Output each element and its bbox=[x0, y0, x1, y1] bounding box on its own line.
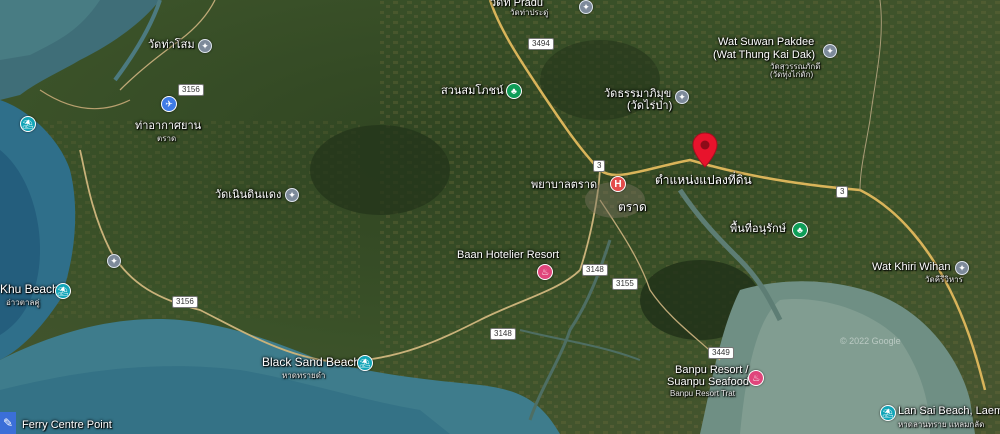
hotel-icon[interactable]: ♨ bbox=[537, 264, 553, 280]
label-khu-beach: Khu Beach bbox=[0, 282, 59, 296]
route-shield-3148-north: 3148 bbox=[582, 264, 608, 276]
route-shield-3-west: 3 bbox=[593, 160, 606, 172]
label-ferry-centre: Ferry Centre Point bbox=[22, 419, 112, 431]
label-banpu-2: Suanpu Seafood bbox=[667, 376, 749, 388]
map-base-layer bbox=[0, 0, 1000, 434]
route-shield-3-east: 3 bbox=[836, 186, 849, 198]
label-airport: ท่าอากาศยาน bbox=[135, 120, 202, 132]
label-wat-thammaram-2: (วัดไร่ป่า) bbox=[627, 100, 673, 112]
map-pin-icon[interactable] bbox=[692, 132, 718, 168]
label-wat-noen: วัดเนินดินแดง bbox=[215, 189, 282, 201]
label-wat-khiri: Wat Khiri Wihan bbox=[872, 261, 951, 273]
temple-icon[interactable]: ✦ bbox=[285, 188, 299, 202]
park-icon[interactable]: ♣ bbox=[792, 222, 808, 238]
route-shield-3155: 3155 bbox=[612, 278, 638, 290]
label-wat-pradu-th: วัดท่าประดู่ bbox=[510, 8, 549, 17]
label-baan-hotelier: Baan Hotelier Resort bbox=[457, 249, 560, 261]
label-lan-sai-beach: Lan Sai Beach, Laem bbox=[898, 405, 1000, 417]
label-wat-suwan: Wat Suwan Pakdee bbox=[718, 36, 815, 48]
label-hospital: พยาบาลตราด bbox=[531, 179, 598, 191]
map-attribution: © 2022 Google bbox=[840, 336, 901, 346]
temple-icon[interactable]: ✦ bbox=[579, 0, 593, 14]
beach-icon[interactable]: ⛱ bbox=[20, 116, 36, 132]
route-shield-3449: 3449 bbox=[708, 347, 734, 359]
route-shield-3156-south: 3156 bbox=[172, 296, 198, 308]
temple-icon[interactable]: ✦ bbox=[675, 90, 689, 104]
temple-icon[interactable]: ✦ bbox=[198, 39, 212, 53]
label-wat-tha-som: วัดท่าโสม bbox=[148, 39, 195, 51]
label-black-sand-th: หาดทรายดำ bbox=[282, 371, 326, 380]
satellite-map[interactable]: 3494 3156 3156 3 3 3148 3148 3155 3449 ว… bbox=[0, 0, 1000, 434]
park-icon[interactable]: ♣ bbox=[506, 83, 522, 99]
label-lan-sai-th: หาดลานทราย แหลมกลัด bbox=[898, 420, 985, 429]
label-wat-suwan-th2: (วัดทุ่งไก่ดัก) bbox=[770, 70, 814, 79]
hotel-icon[interactable]: ♨ bbox=[748, 370, 764, 386]
label-banpu-3: Banpu Resort Trat bbox=[670, 389, 735, 398]
label-airport-sub: ตราด bbox=[157, 134, 177, 143]
label-town-trat: ตราด bbox=[618, 200, 647, 214]
pegman-button[interactable]: ✎ bbox=[0, 412, 16, 434]
temple-icon[interactable]: ✦ bbox=[107, 254, 121, 268]
route-shield-3494: 3494 bbox=[528, 38, 554, 50]
beach-icon[interactable]: ⛱ bbox=[880, 405, 896, 421]
airport-icon[interactable]: ✈ bbox=[161, 96, 177, 112]
beach-icon[interactable]: ⛱ bbox=[357, 355, 373, 371]
route-shield-3156-north: 3156 bbox=[178, 84, 204, 96]
label-garden: สวนสมโภชน์ bbox=[441, 85, 504, 97]
label-khu-beach-th: อ่าวตาลคู่ bbox=[6, 298, 40, 307]
label-wat-suwan-2: (Wat Thung Kai Dak) bbox=[713, 49, 816, 61]
hospital-icon[interactable]: H bbox=[610, 176, 626, 192]
beach-icon[interactable]: ⛱ bbox=[55, 283, 71, 299]
label-conservation: พื้นที่อนุรักษ์ bbox=[730, 223, 786, 235]
label-black-sand-beach: Black Sand Beach bbox=[262, 355, 361, 369]
temple-icon[interactable]: ✦ bbox=[955, 261, 969, 275]
label-wat-khiri-th: วัดคีรีวิหาร bbox=[925, 275, 963, 284]
label-land-plot: ตำแหน่งแปลงที่ดิน bbox=[655, 173, 752, 187]
temple-icon[interactable]: ✦ bbox=[823, 44, 837, 58]
route-shield-3148-south: 3148 bbox=[490, 328, 516, 340]
